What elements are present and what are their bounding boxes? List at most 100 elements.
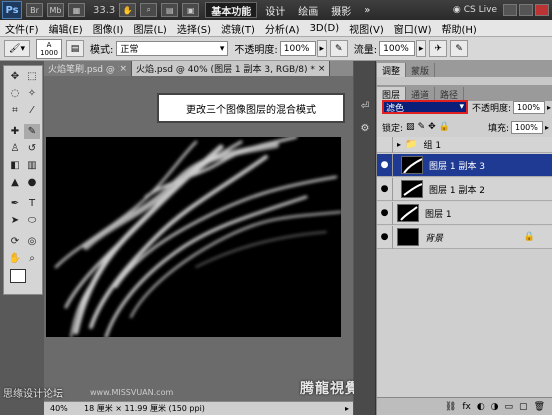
mini-bridge-button[interactable]: Mb xyxy=(47,3,64,17)
layer-opacity-slider-icon[interactable]: ▸ xyxy=(547,103,551,112)
menu-view[interactable]: 视图(V) xyxy=(344,21,389,36)
workspace-photography[interactable]: 摄影 xyxy=(326,2,356,18)
lock-image-icon[interactable]: ✎ xyxy=(418,122,426,132)
actions-panel-icon[interactable]: ⚙ xyxy=(357,123,373,137)
layer-style-icon[interactable]: fx xyxy=(462,402,471,412)
fill-field[interactable]: 100% xyxy=(510,120,543,134)
eye-icon[interactable]: ● xyxy=(377,225,393,249)
path-selection-tool-icon[interactable]: ➤ xyxy=(7,213,23,228)
lasso-tool-icon[interactable]: ◌ xyxy=(7,86,23,101)
status-menu-arrow-icon[interactable]: ▸ xyxy=(345,404,349,413)
tablet-opacity-icon[interactable]: ✎ xyxy=(329,40,348,57)
workspace-essentials[interactable]: 基本功能 xyxy=(205,2,258,18)
status-zoom[interactable]: 40% xyxy=(50,404,78,413)
menu-image[interactable]: 图像(I) xyxy=(88,21,129,36)
layer-row-copy2[interactable]: ● 图层 1 副本 2 xyxy=(377,177,552,201)
maximize-button[interactable] xyxy=(519,4,533,16)
menu-file[interactable]: 文件(F) xyxy=(0,21,44,36)
airbrush-icon[interactable]: ✈ xyxy=(429,40,448,57)
new-group-icon[interactable]: ▭ xyxy=(505,402,514,412)
flow-slider-button[interactable]: ▸ xyxy=(416,40,427,57)
workspace-painting[interactable]: 绘画 xyxy=(293,2,323,18)
hand-tool-icon[interactable]: ✋ xyxy=(7,251,23,266)
history-brush-tool-icon[interactable]: ↺ xyxy=(24,141,40,156)
layer-row-background[interactable]: ● 背景 🔒 xyxy=(377,225,552,249)
zoom-tool-icon[interactable]: ⌕ xyxy=(24,251,40,266)
menu-edit[interactable]: 编辑(E) xyxy=(44,21,88,36)
brush-tool-preset-picker[interactable]: 🖌▾ xyxy=(4,40,30,57)
blend-mode-dropdown[interactable]: 滤色 ▾ xyxy=(382,100,468,114)
cs-live-menu[interactable]: ◉ CS Live xyxy=(453,5,497,15)
menu-window[interactable]: 窗口(W) xyxy=(389,21,437,36)
document-canvas[interactable] xyxy=(46,137,341,337)
workspace-design[interactable]: 设计 xyxy=(260,2,290,18)
arrange-documents-icon[interactable]: ▤ xyxy=(161,3,179,17)
layer-row-copy3[interactable]: ● 图层 1 副本 3 xyxy=(377,153,552,177)
tab-masks[interactable]: 蒙版 xyxy=(406,63,436,77)
minimize-button[interactable] xyxy=(503,4,517,16)
eye-icon[interactable]: ● xyxy=(377,177,393,201)
zoom-level-menu[interactable]: 33.3 xyxy=(93,5,115,16)
add-mask-icon[interactable]: ◐ xyxy=(477,402,485,412)
brush-panel-toggle-icon[interactable]: ▤ xyxy=(66,40,84,57)
brush-preset-picker[interactable]: A 1000 xyxy=(36,38,62,59)
link-layers-icon[interactable]: ⛓ xyxy=(445,402,456,412)
brush-tool-icon[interactable]: ✎ xyxy=(24,124,40,139)
layer-row-layer1[interactable]: ● 图层 1 xyxy=(377,201,552,225)
menu-filter[interactable]: 滤镜(T) xyxy=(216,21,260,36)
close-icon[interactable]: × xyxy=(318,64,326,74)
move-tool-icon[interactable]: ✥ xyxy=(7,69,23,84)
healing-brush-tool-icon[interactable]: ✚ xyxy=(7,124,23,139)
screen-mode-icon[interactable]: ▣ xyxy=(182,3,200,17)
opacity-slider-button[interactable]: ▸ xyxy=(316,40,327,57)
opacity-field[interactable]: 100% xyxy=(279,41,316,56)
lock-position-icon[interactable]: ✥ xyxy=(428,122,436,132)
blur-tool-icon[interactable]: ▲ xyxy=(7,175,23,190)
menu-analysis[interactable]: 分析(A) xyxy=(260,21,305,36)
tab-flame-brush[interactable]: 火焰笔刷.psd @ 10... × xyxy=(44,61,132,76)
menu-3d[interactable]: 3D(D) xyxy=(305,23,345,34)
flow-field[interactable]: 100% xyxy=(379,41,416,56)
pen-tool-icon[interactable]: ✒ xyxy=(7,196,23,211)
extras-icon[interactable]: ▦ xyxy=(68,3,85,17)
menu-help[interactable]: 帮助(H) xyxy=(437,21,482,36)
more-workspaces-button[interactable]: » xyxy=(359,2,375,18)
dodge-tool-icon[interactable]: ● xyxy=(24,175,40,190)
eye-icon[interactable]: ● xyxy=(377,201,393,225)
lock-transparent-icon[interactable]: ▨ xyxy=(406,122,415,132)
menu-select[interactable]: 选择(S) xyxy=(172,21,216,36)
bridge-button[interactable]: Br xyxy=(26,3,43,17)
zoom-tool-icon[interactable]: ⌕ xyxy=(140,3,158,17)
quick-selection-tool-icon[interactable]: ✧ xyxy=(24,86,40,101)
crop-tool-icon[interactable]: ⌗ xyxy=(7,103,23,118)
close-button[interactable] xyxy=(535,4,549,16)
layer-row-group[interactable]: ▸ 📁 组 1 xyxy=(377,136,552,153)
delete-layer-icon[interactable]: 🗑 xyxy=(534,402,545,412)
fill-slider-icon[interactable]: ▸ xyxy=(545,123,549,132)
type-tool-icon[interactable]: T xyxy=(24,196,40,211)
history-panel-icon[interactable]: ⏎ xyxy=(357,101,373,115)
3d-orbit-tool-icon[interactable]: ◎ xyxy=(24,234,40,249)
clone-stamp-tool-icon[interactable]: ♙ xyxy=(7,141,23,156)
lock-all-icon[interactable]: 🔒 xyxy=(439,122,450,132)
shape-tool-icon[interactable]: ⬭ xyxy=(24,213,40,228)
adjustment-layer-icon[interactable]: ◑ xyxy=(491,402,499,412)
marquee-tool-icon[interactable]: ⬚ xyxy=(24,69,40,84)
layer-opacity-field[interactable]: 100% xyxy=(513,100,546,114)
eye-icon[interactable]: ● xyxy=(377,153,393,177)
3d-rotate-tool-icon[interactable]: ⟳ xyxy=(7,234,23,249)
tablet-size-icon[interactable]: ✎ xyxy=(450,40,469,57)
eraser-tool-icon[interactable]: ◧ xyxy=(7,158,23,173)
new-layer-icon[interactable]: ▢ xyxy=(519,402,528,412)
hand-tool-icon[interactable]: ✋ xyxy=(119,3,137,17)
tab-adjustments[interactable]: 调整 xyxy=(377,63,407,77)
eyedropper-tool-icon[interactable]: ⁄ xyxy=(24,103,40,118)
gradient-tool-icon[interactable]: ▥ xyxy=(24,158,40,173)
visibility-toggle[interactable] xyxy=(377,136,393,153)
expand-triangle-icon[interactable]: ▸ xyxy=(397,140,401,149)
foreground-color-swatch[interactable] xyxy=(10,269,26,283)
mode-dropdown[interactable]: 正常 ▾ xyxy=(116,41,229,56)
menu-layer[interactable]: 图层(L) xyxy=(128,21,171,36)
close-icon[interactable]: × xyxy=(119,64,127,74)
tab-flame[interactable]: 火焰.psd @ 40% (图层 1 副本 3, RGB/8) * × xyxy=(132,61,331,76)
